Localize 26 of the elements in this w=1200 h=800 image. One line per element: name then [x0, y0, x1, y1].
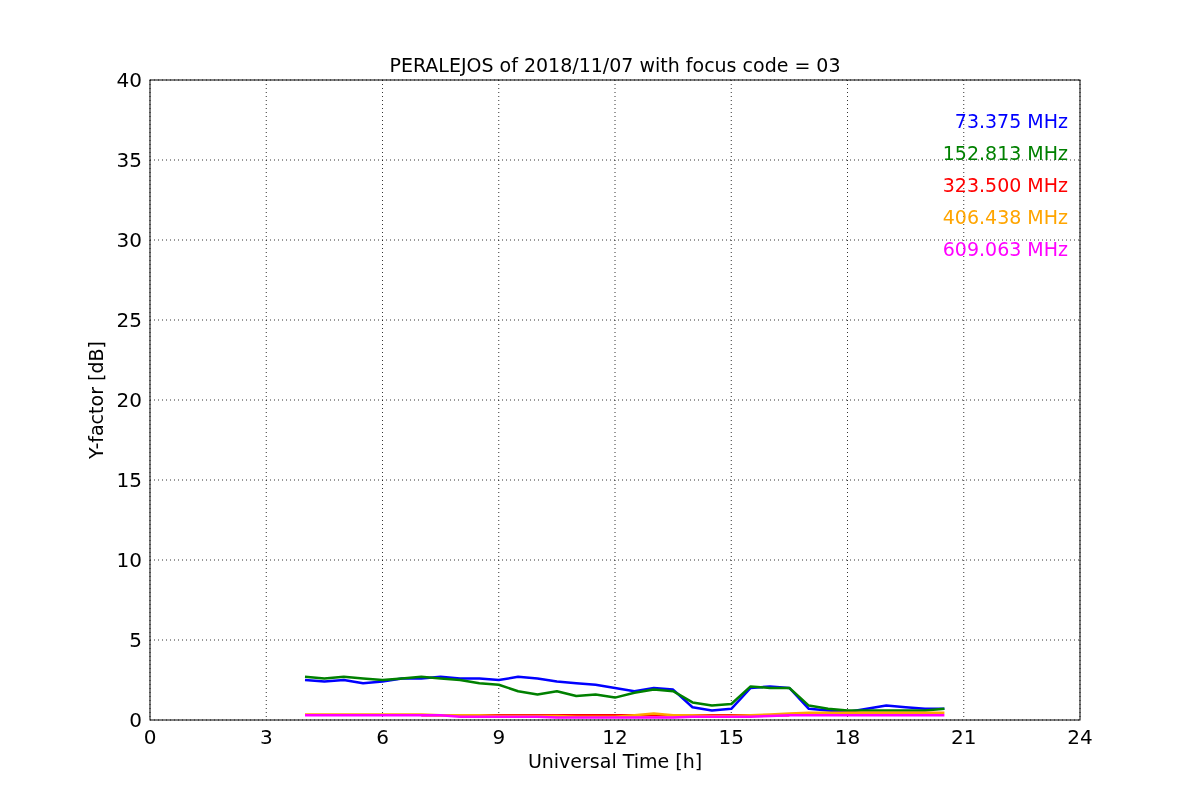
- tick-label: 15: [116, 468, 142, 492]
- tick-label: 35: [116, 148, 142, 172]
- legend-label: 152.813 MHz: [942, 142, 1068, 164]
- legend-label: 609.063 MHz: [942, 238, 1068, 260]
- tick-label: 30: [116, 228, 142, 252]
- tick-label: 12: [602, 725, 628, 749]
- axis-label: Y-factor [dB]: [85, 341, 107, 459]
- axis-label: Universal Time [h]: [527, 750, 703, 772]
- tick-label: 3: [259, 725, 273, 749]
- legend-label: 73.375 MHz: [954, 110, 1068, 132]
- legend-label: 406.438 MHz: [942, 206, 1068, 228]
- tick-label: 5: [129, 628, 142, 652]
- tick-label: 6: [376, 725, 389, 749]
- tick-label: 24: [1067, 725, 1093, 749]
- tick-label: 40: [116, 68, 142, 92]
- tick-label: 15: [718, 725, 744, 749]
- tick-label: 18: [834, 725, 861, 749]
- tick-label: 0: [143, 725, 157, 749]
- tick-label: 20: [116, 388, 142, 412]
- tick-label: 25: [116, 308, 142, 332]
- tick-label: 9: [492, 725, 506, 749]
- tick-label: 10: [116, 548, 142, 572]
- tick-label: 21: [951, 725, 977, 749]
- legend-label: 323.500 MHz: [942, 174, 1068, 196]
- chart-title: PERALEJOS of 2018/11/07 with focus code = 03: [389, 54, 841, 76]
- tick-label: 0: [129, 708, 142, 732]
